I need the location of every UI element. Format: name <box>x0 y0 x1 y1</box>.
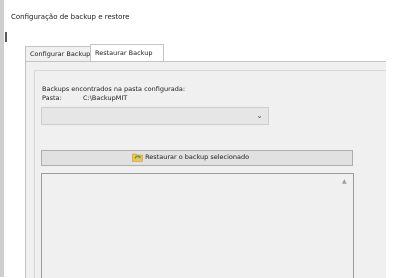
parent-window-edge <box>0 0 4 277</box>
scroll-up-arrow-icon[interactable]: ▲ <box>342 178 347 185</box>
backup-restore-window: Configuração de backup e restore Configu… <box>0 0 393 278</box>
tab-strip: Configurar Backup Restaurar Backup <box>25 44 385 62</box>
backup-select-dropdown[interactable]: ⌄ <box>41 107 269 125</box>
vertical-scrollbar[interactable]: ▲ <box>340 175 352 278</box>
window-title: Configuração de backup e restore <box>11 13 130 21</box>
parent-window-edge-mark <box>5 32 7 42</box>
backups-found-label: Backups encontrados na pasta configurada… <box>42 85 186 93</box>
folder-path-value: C:\BackupMIT <box>83 94 128 102</box>
folder-label: Pasta: <box>42 94 62 102</box>
tab-configurar-backup[interactable]: Configurar Backup <box>25 46 92 61</box>
backup-details-listbox[interactable]: ▲ <box>41 173 354 278</box>
chevron-down-icon: ⌄ <box>256 111 263 120</box>
restore-button-content: Restaurar o backup selecionado <box>132 152 249 164</box>
title-bar[interactable]: Configuração de backup e restore <box>4 0 393 28</box>
restore-backup-button[interactable]: Restaurar o backup selecionado <box>41 150 353 166</box>
restore-button-label: Restaurar o backup selecionado <box>145 153 250 161</box>
folder-restore-icon <box>132 152 143 162</box>
tab-restaurar-backup[interactable]: Restaurar Backup <box>90 44 164 62</box>
